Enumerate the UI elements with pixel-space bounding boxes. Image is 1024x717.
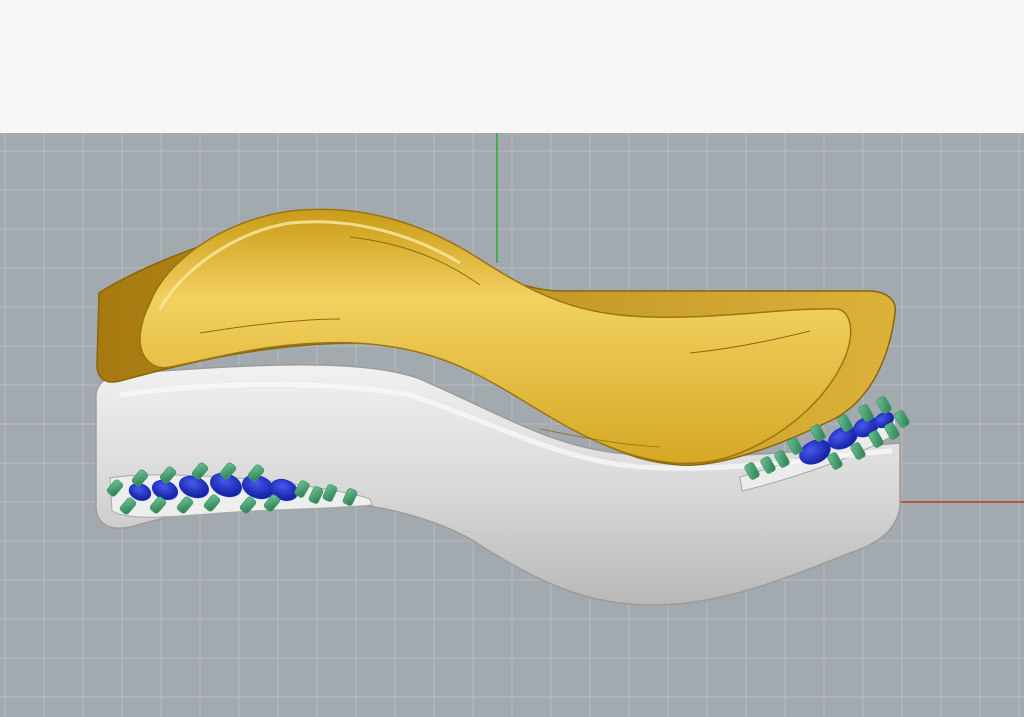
blank-toolbar-area [0, 0, 1024, 133]
viewport-canvas[interactable] [0, 133, 1024, 717]
front-viewport[interactable] [0, 133, 1024, 717]
rhino-modeling-window [0, 0, 1024, 717]
